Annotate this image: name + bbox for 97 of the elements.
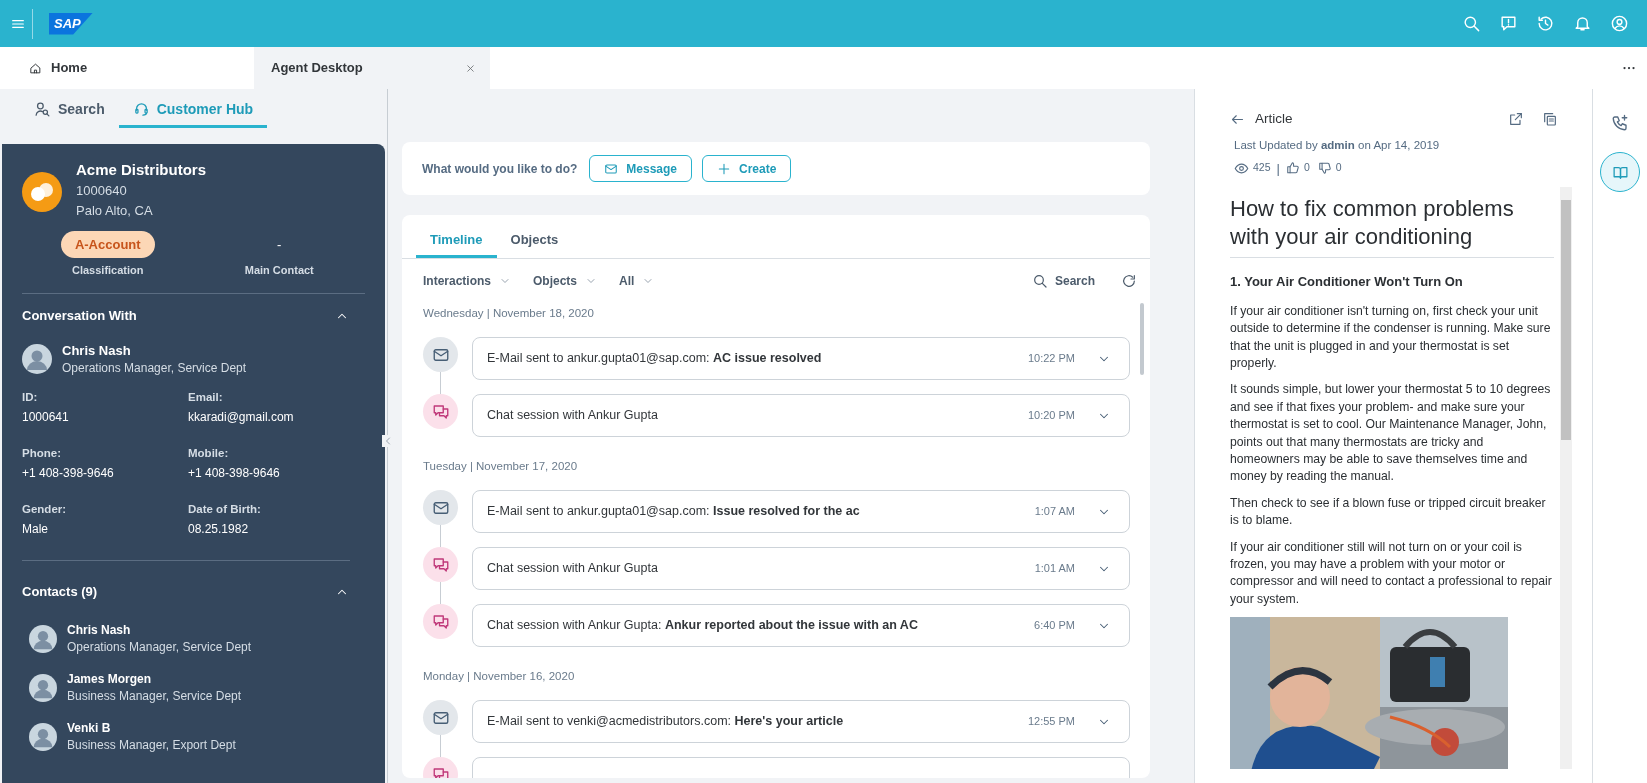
contact-name: Venki B <box>67 719 112 737</box>
entry-time: 1:07 AM <box>1034 504 1075 520</box>
article-subheading: 1. Your Air Conditioner Won't Turn On <box>1230 273 1464 292</box>
contact-name: James Morgen <box>67 670 153 688</box>
avatar-icon <box>29 673 57 702</box>
entry-time: 6:40 PM <box>1034 618 1075 634</box>
field-value: - <box>277 236 282 254</box>
tab[interactable]: Agent Desktop <box>254 47 490 89</box>
field-value: Male <box>22 520 49 538</box>
chat-icon <box>431 612 450 631</box>
article-paragraph: Then check to see if a blown fuse or tripped circuit breaker is to blame. <box>1230 494 1547 530</box>
refresh-icon[interactable] <box>1121 273 1137 289</box>
field-label: Date of Birth: <box>188 501 262 517</box>
field-label: Gender: <box>22 501 68 517</box>
contact-role: Operations Manager, Service Dept <box>67 638 252 656</box>
filter-dropdown[interactable]: Objects <box>533 272 598 290</box>
filter-dropdown[interactable]: All <box>619 272 655 290</box>
timeline-entry[interactable]: E-Mail sent to venki@acmedistributors.com: Here's your article 12:55 PM <box>472 700 1130 743</box>
chat-icon <box>431 402 450 421</box>
knowledge-button[interactable] <box>1600 152 1640 192</box>
history-icon[interactable] <box>1536 14 1555 33</box>
filter-dropdown[interactable]: Interactions <box>423 272 511 290</box>
account-id: 1000640 <box>76 182 128 200</box>
scrollbar-thumb[interactable] <box>1140 303 1144 375</box>
close-icon[interactable] <box>465 62 476 74</box>
last-updated-text: Last Updated by admin on Apr 14, 2019 <box>1233 138 1441 153</box>
timeline-entry[interactable]: Chat session with Ankur Gupta 1:01 AM <box>472 547 1130 590</box>
field-label: Email: <box>188 389 224 405</box>
view-count: 425 <box>1253 160 1271 176</box>
article-heading: How to fix common problems with your air conditioning <box>1230 187 1554 259</box>
entry-time: 10:22 PM <box>1027 351 1075 367</box>
field-label: Mobile: <box>188 445 230 461</box>
field-label: Main Contact <box>244 263 314 278</box>
article-paragraph: If your air conditioner isn't turning on, first check your unit outside to determine if the condenser is running. Make sure that the unit is plugged in and your thermostat is set properly. <box>1230 302 1552 372</box>
field-value: kkaradi@gmail.com <box>188 408 295 426</box>
mail-icon <box>604 161 619 176</box>
entry-time: 12:55 PM <box>1027 714 1075 730</box>
notification-icon[interactable] <box>1573 14 1592 33</box>
entry-time: 1:01 AM <box>1034 561 1075 577</box>
plus-icon <box>717 161 732 176</box>
like-count: 0 <box>1303 160 1310 176</box>
timeline-entry[interactable]: Chat session with Ankur Gupta: Ankur reported about the issue with an AC 6:40 PM <box>472 604 1130 647</box>
more-icon[interactable] <box>1623 66 1635 70</box>
side-tab[interactable]: Search <box>20 94 119 128</box>
timeline-entry[interactable]: Chat session with Ankur Gupta 10:20 PM <box>472 394 1130 437</box>
field-label: Classification <box>72 263 144 278</box>
search-icon[interactable] <box>1462 14 1481 33</box>
date-header: Monday | November 16, 2020 <box>423 669 576 684</box>
contact-role: Business Manager, Export Dept <box>67 736 236 754</box>
timeline-entry[interactable]: E-Mail sent to ankur.gupta01@sap.com: AC issue resolved 10:22 PM <box>472 337 1130 380</box>
dislike-count: 0 <box>1335 160 1342 176</box>
avatar-icon <box>22 344 52 374</box>
prompt-text: What would you like to do? <box>422 160 578 178</box>
avatar-icon <box>29 624 57 653</box>
scrollbar-thumb[interactable] <box>1561 200 1571 441</box>
field-label: Phone: <box>22 445 62 461</box>
contact-role: Operations Manager, Service Dept <box>62 359 247 377</box>
chat-icon <box>431 765 450 778</box>
thumbs-down-icon[interactable] <box>1317 161 1332 176</box>
separator-text: | <box>1276 159 1280 178</box>
section-title: Conversation With <box>22 306 137 325</box>
eye-icon <box>1234 160 1249 176</box>
headset-icon <box>132 101 150 118</box>
company-logo <box>22 172 62 212</box>
field-value: +1 408-398-9646 <box>22 464 115 482</box>
contact-name: Chris Nash <box>62 341 132 360</box>
section-title: Contacts (9) <box>22 582 98 601</box>
date-header: Wednesday | November 18, 2020 <box>423 306 595 321</box>
timeline-entry[interactable]: E-Mail sent to ankur.gupta01@sap.com: Issue resolved for the ac 1:07 AM <box>472 490 1130 533</box>
phone-icon[interactable] <box>1611 114 1629 132</box>
user-icon[interactable] <box>1610 14 1629 33</box>
article-paragraph: If your air conditioner still will not turn on or your coil is frozen, you may have a problem with your motor or compressor and will need to contact a professional to repair your system. <box>1230 538 1553 608</box>
avatar-icon <box>29 722 57 751</box>
logo: SAP <box>49 12 93 35</box>
panel-title: Article <box>1255 109 1294 128</box>
home-icon <box>29 61 42 75</box>
contact-name: Chris Nash <box>67 621 132 639</box>
contact-role: Business Manager, Service Dept <box>67 687 242 705</box>
account-name: Acme Distributors <box>76 160 207 180</box>
date-header: Tuesday | November 17, 2020 <box>423 459 579 474</box>
search-icon <box>1031 273 1048 289</box>
chat-icon <box>431 555 450 574</box>
account-location: Palo Alto, CA <box>76 202 154 220</box>
feedback-icon[interactable] <box>1499 14 1518 33</box>
person-search-icon <box>34 101 51 118</box>
field-label: ID: <box>22 389 39 405</box>
article-paragraph: It sounds simple, but lower your thermostat 5 to 10 degrees and see if that fixes your problem- and make sure your thermostat is set to cool. Our Maintenance Manager, John, points out that many thermostats are tricky and homeowners may be able to save themselves time and money by reading the manual. <box>1230 381 1552 486</box>
share-icon[interactable] <box>1508 111 1524 127</box>
field-value: 08.25.1982 <box>188 520 250 538</box>
timeline-tab[interactable]: Objects <box>496 224 573 258</box>
search-button[interactable]: Search <box>1031 272 1095 290</box>
field-value: 1000641 <box>22 408 70 426</box>
entry-time: 10:20 PM <box>1027 408 1075 424</box>
thumbs-up-icon[interactable] <box>1285 161 1300 176</box>
classification-badge: A-Account <box>60 231 155 258</box>
copy-icon[interactable] <box>1542 111 1558 127</box>
field-value: +1 408-398-9646 <box>188 464 281 482</box>
